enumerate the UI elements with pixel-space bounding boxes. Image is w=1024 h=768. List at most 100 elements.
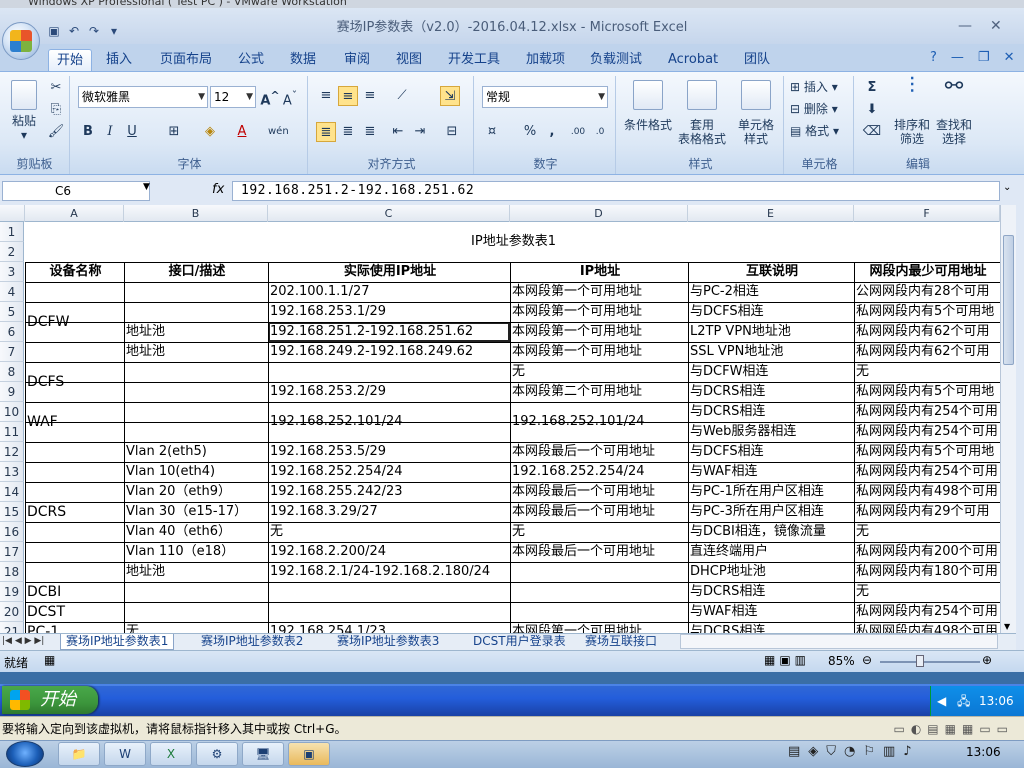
copy-icon[interactable]: ⎘ xyxy=(46,100,66,120)
zoom-out-icon[interactable]: ⊖ xyxy=(862,653,872,667)
formula-input[interactable]: 192.168.251.2-192.168.251.62 xyxy=(232,181,1000,201)
row-header[interactable]: 17 xyxy=(0,542,24,562)
tab-formulas[interactable]: 公式 xyxy=(230,49,272,71)
data-cell[interactable]: 本网段第一个可用地址 xyxy=(510,282,688,302)
sheet-tab-5[interactable]: 赛场互联接口 xyxy=(580,634,676,650)
data-cell[interactable]: DHCP地址池 xyxy=(688,562,854,582)
win7-tray-icons[interactable]: ▤◈⛉◔⚐▥♪ xyxy=(788,744,920,759)
vmware-taskbar-icon[interactable]: ▣ xyxy=(288,742,330,766)
data-cell[interactable]: 无 xyxy=(854,362,1000,382)
data-cell[interactable]: 与DCRS相连 xyxy=(688,582,854,602)
increase-indent-icon[interactable]: ⇥ xyxy=(410,122,430,142)
data-cell[interactable]: 私网网段内有62个可用 xyxy=(854,342,1000,362)
data-cell[interactable]: 192.168.2.1/24-192.168.2.180/24 xyxy=(268,562,510,582)
header-cell[interactable]: 设备名称 xyxy=(25,262,124,282)
row-header[interactable]: 13 xyxy=(0,462,24,482)
tab-review[interactable]: 审阅 xyxy=(336,49,378,71)
explorer-taskbar-icon[interactable]: 📁 xyxy=(58,742,100,766)
paste-button[interactable]: 粘贴 ▾ xyxy=(6,80,42,142)
wrap-text-icon[interactable]: ⇲ xyxy=(440,86,460,106)
word-taskbar-icon[interactable]: W xyxy=(104,742,146,766)
view-buttons-icon[interactable]: ▦▣▥ xyxy=(764,653,810,667)
find-select-button[interactable]: ⚯ 查找和 选择 xyxy=(934,76,974,147)
data-cell[interactable]: 无 xyxy=(510,522,688,542)
ribbon-close-icon[interactable]: ✕ xyxy=(1004,50,1015,65)
sheet-tab-1[interactable]: 赛场IP地址参数表1 xyxy=(60,634,175,650)
horizontal-scrollbar[interactable] xyxy=(680,634,998,649)
row-header[interactable]: 18 xyxy=(0,562,24,582)
header-cell[interactable]: IP地址 xyxy=(510,262,688,282)
zoom-slider[interactable] xyxy=(880,661,980,663)
row-header[interactable]: 16 xyxy=(0,522,24,542)
borders-icon[interactable]: ⊞ xyxy=(164,122,184,142)
underline-button[interactable]: U xyxy=(122,122,142,142)
data-cell[interactable]: 无 xyxy=(510,362,688,382)
align-top-icon[interactable]: ≡ xyxy=(316,86,336,106)
header-cell[interactable]: 网段内最少可用地址 xyxy=(854,262,1000,282)
sheet-tab-2[interactable]: 赛场IP地址参数表2 xyxy=(196,634,308,650)
data-cell[interactable]: 地址池 xyxy=(124,322,268,342)
data-cell[interactable]: 192.168.249.2-192.168.249.62 xyxy=(268,342,510,362)
macro-record-icon[interactable]: ▦ xyxy=(44,653,55,667)
data-cell[interactable]: 私网网段内有180个可用 xyxy=(854,562,1000,582)
insert-function-button[interactable]: fx xyxy=(160,181,230,201)
data-cell[interactable]: 与WAF相连 xyxy=(688,602,854,622)
name-box[interactable]: C6 xyxy=(2,181,150,201)
device-name-cell[interactable]: DCST xyxy=(25,602,124,622)
header-cell[interactable]: 实际使用IP地址 xyxy=(268,262,510,282)
row-header[interactable]: 10 xyxy=(0,402,24,422)
data-cell[interactable]: 与Web服务器相连 xyxy=(688,422,854,442)
data-cell[interactable]: 与PC-1所在用户区相连 xyxy=(688,482,854,502)
data-cell[interactable]: 本网段最后一个可用地址 xyxy=(510,542,688,562)
align-center-icon[interactable]: ≣ xyxy=(338,122,358,142)
data-cell[interactable]: 私网网段内有62个可用 xyxy=(854,322,1000,342)
data-cell[interactable]: 本网段第二个可用地址 xyxy=(510,382,688,402)
vertical-scrollbar[interactable]: ▼ xyxy=(1000,205,1016,633)
align-left-icon[interactable]: ≣ xyxy=(316,122,336,142)
autosum-icon[interactable]: Σ xyxy=(862,78,882,98)
fill-color-icon[interactable]: ◈ xyxy=(200,122,220,142)
percent-button[interactable]: % xyxy=(520,122,540,142)
data-cell[interactable]: 192.168.3.29/27 xyxy=(268,502,510,522)
merge-center-icon[interactable]: ⊟ xyxy=(442,122,462,142)
font-size-select[interactable]: 12 ▼ xyxy=(210,86,256,108)
align-bottom-icon[interactable]: ≡ xyxy=(360,86,380,106)
data-cell[interactable]: 202.100.1.1/27 xyxy=(268,282,510,302)
data-cell[interactable]: 与DCFS相连 xyxy=(688,442,854,462)
column-header-f[interactable]: F xyxy=(854,205,1000,222)
tab-load-test[interactable]: 负载测试 xyxy=(582,49,650,71)
data-cell[interactable]: 与DCFW相连 xyxy=(688,362,854,382)
cell-styles-button[interactable]: 单元格 样式 xyxy=(730,80,782,146)
win7-start-orb[interactable] xyxy=(6,741,44,767)
align-right-icon[interactable]: ≣ xyxy=(360,122,380,142)
data-cell[interactable]: 公网网段内有28个可用 xyxy=(854,282,1000,302)
data-cell[interactable]: 本网段第一个可用地址 xyxy=(510,322,688,342)
tab-page-layout[interactable]: 页面布局 xyxy=(152,49,220,71)
sheet-title[interactable]: IP地址参数表1 xyxy=(25,222,1000,262)
data-cell[interactable]: 无 xyxy=(854,582,1000,602)
zoom-in-icon[interactable]: ⊕ xyxy=(982,653,992,667)
scroll-down-icon[interactable]: ▼ xyxy=(1004,622,1010,631)
column-header-b[interactable]: B xyxy=(124,205,268,222)
namebox-dropdown-icon[interactable]: ▼ xyxy=(143,182,150,192)
row-header[interactable]: 8 xyxy=(0,362,24,382)
tab-addins[interactable]: 加载项 xyxy=(518,49,573,71)
grow-font-icon[interactable]: A^ xyxy=(260,86,280,108)
excel-taskbar-icon[interactable]: X xyxy=(150,742,192,766)
increase-decimal-icon[interactable]: .00 xyxy=(568,122,588,142)
bold-button[interactable]: B xyxy=(78,122,98,142)
data-cell[interactable]: 私网网段内有254个可用 xyxy=(854,422,1000,442)
decrease-indent-icon[interactable]: ⇤ xyxy=(388,122,408,142)
row-header[interactable]: 9 xyxy=(0,382,24,402)
zoom-slider-thumb[interactable] xyxy=(916,655,924,667)
data-cell[interactable]: 192.168.253.2/29 xyxy=(268,382,510,402)
data-cell[interactable]: 私网网段内有29个可用 xyxy=(854,502,1000,522)
column-header-d[interactable]: D xyxy=(510,205,688,222)
row-header[interactable]: 5 xyxy=(0,302,24,322)
scroll-thumb[interactable] xyxy=(1003,235,1014,365)
tab-insert[interactable]: 插入 xyxy=(98,49,140,71)
data-cell[interactable]: 与DCRS相连 xyxy=(688,382,854,402)
data-cell[interactable]: 与PC-3所在用户区相连 xyxy=(688,502,854,522)
orientation-icon[interactable]: ⟋ xyxy=(392,86,412,106)
select-all-corner[interactable] xyxy=(0,205,25,222)
